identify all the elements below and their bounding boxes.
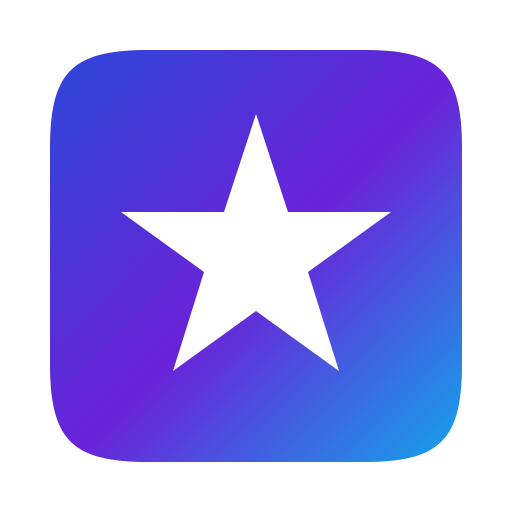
icon-canvas [0, 0, 512, 512]
app-icon-graphic [50, 50, 462, 462]
app-icon[interactable] [48, 48, 464, 464]
